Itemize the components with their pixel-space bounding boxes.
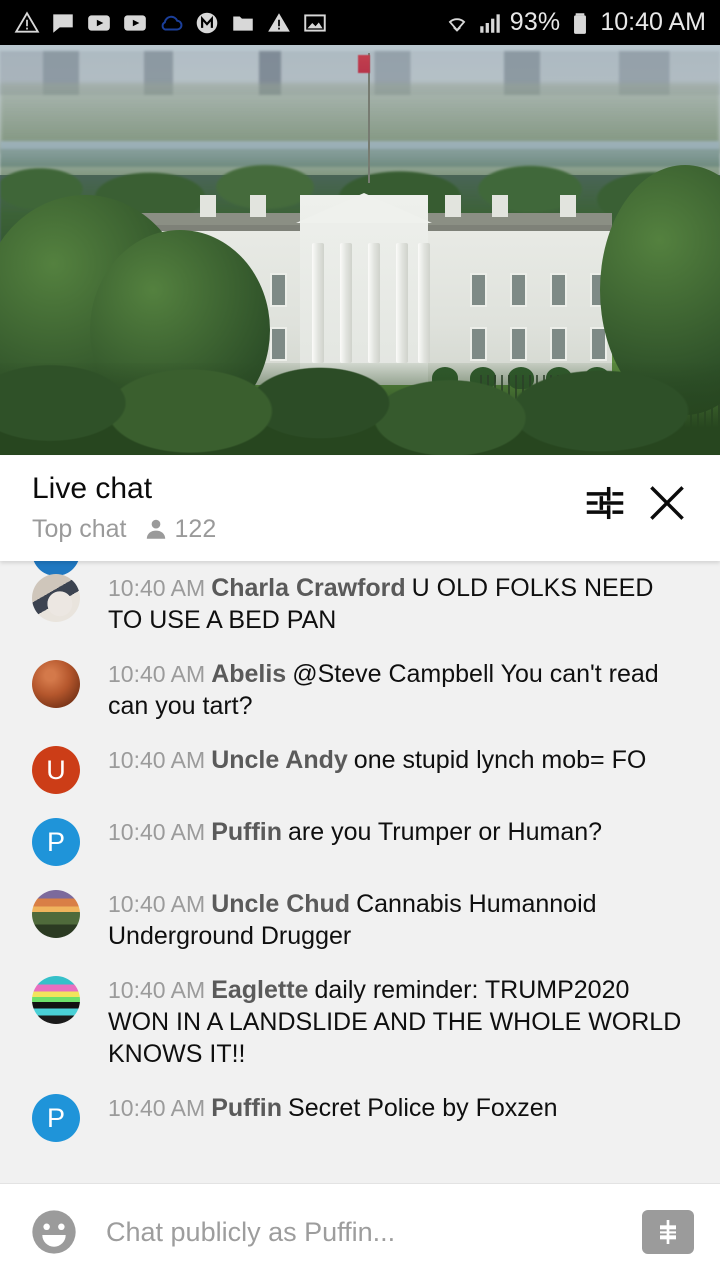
status-bar-clock: 10:40 AM (600, 8, 706, 36)
chat-message-body: 10:40 AM Eaglette daily reminder: TRUMP202… (108, 974, 690, 1070)
chat-message[interactable]: 10:40 AM Charla Crawford U OLD FOLKS NEED … (0, 561, 720, 647)
avatar-abelis[interactable] (32, 660, 80, 708)
window (270, 327, 287, 361)
window (550, 327, 567, 361)
message-author[interactable]: Charla Crawford (211, 574, 405, 602)
chat-message-body: 10:40 AM Uncle Andy one stupid lynch mob= … (108, 744, 690, 794)
message-author[interactable]: Puffin (211, 818, 282, 846)
avatar-eaglette[interactable] (32, 976, 80, 1024)
foreground-treeline (0, 363, 720, 455)
folder-icon (233, 16, 253, 31)
video-player[interactable] (0, 45, 720, 455)
chimney (560, 195, 576, 217)
m-badge-icon (196, 12, 218, 33)
chat-message[interactable]: 10:40 AM Abelis @Steve Campbell You can't … (0, 647, 720, 733)
message-timestamp: 10:40 AM (108, 1095, 206, 1121)
avatar-charla-crawford[interactable] (32, 574, 80, 622)
chat-message[interactable]: P 10:40 AM Puffin are you Trumper or Human? (0, 805, 720, 877)
status-bar-notification-icons (14, 10, 444, 36)
emoji-smiley-icon (32, 1210, 76, 1254)
message-timestamp: 10:40 AM (108, 891, 206, 917)
tune-settings-icon (586, 486, 624, 520)
chat-messages-container: 10:40 AM Charla Crawford U OLD FOLKS NEED … (0, 561, 720, 1153)
white-house-scene (0, 45, 720, 455)
youtube-icon (124, 14, 146, 31)
chat-message-body: 10:40 AM Puffin are you Trumper or Human? (108, 816, 690, 866)
page-title: Live chat (32, 472, 153, 505)
chat-message[interactable]: P 10:40 AM Puffin Secret Police by Foxzen (0, 1081, 720, 1153)
close-icon (650, 486, 684, 520)
viewer-count: 122 (174, 514, 217, 543)
message-text: one stupid lynch mob= FO (353, 746, 647, 774)
chat-settings-button[interactable] (574, 472, 636, 534)
chat-message[interactable]: 10:40 AM Uncle Chud Cannabis Humannoid Und… (0, 877, 720, 963)
super-chat-dollar-icon (660, 1220, 676, 1244)
window (550, 273, 567, 307)
cloud-icon (161, 15, 183, 30)
column (418, 243, 430, 363)
flag (358, 55, 370, 73)
message-author[interactable]: Uncle Andy (211, 746, 348, 774)
message-author[interactable]: Eaglette (211, 976, 308, 1004)
image-icon (304, 13, 326, 32)
message-timestamp: 10:40 AM (108, 977, 206, 1003)
window (470, 273, 487, 307)
youtube-icon (88, 14, 110, 31)
status-bar-system-icons: 93% 10:40 AM (444, 8, 706, 37)
message-text: are you Trumper or Human? (288, 818, 603, 846)
message-author[interactable]: Uncle Chud (211, 890, 350, 918)
cellular-signal-icon (479, 13, 500, 33)
message-text: Secret Police by Foxzen (288, 1094, 558, 1122)
column (396, 243, 408, 363)
alert-triangle-icon (268, 12, 290, 32)
message-timestamp: 10:40 AM (108, 819, 206, 845)
chat-input-bar (0, 1183, 720, 1280)
battery-icon (574, 12, 587, 34)
window (510, 273, 527, 307)
super-chat-button[interactable] (642, 1210, 694, 1254)
window (470, 327, 487, 361)
avatar-uncle-chud[interactable] (32, 890, 80, 938)
message-author[interactable]: Puffin (211, 1094, 282, 1122)
chat-subtitle-row: Top chat 122 (32, 515, 574, 544)
warning-triangle-icon (14, 10, 40, 33)
message-timestamp: 10:40 AM (108, 747, 206, 773)
column (312, 243, 324, 363)
chat-message-body: 10:40 AM Uncle Chud Cannabis Humannoid Und… (108, 888, 690, 952)
wifi-icon (448, 17, 466, 32)
chimney (492, 195, 508, 217)
message-timestamp: 10:40 AM (108, 661, 206, 687)
chimney (250, 195, 266, 217)
message-timestamp: 10:40 AM (108, 575, 206, 601)
window (510, 327, 527, 361)
message-author[interactable]: Abelis (211, 660, 286, 688)
chat-message-list[interactable]: 10:40 AM Charla Crawford U OLD FOLKS NEED … (0, 561, 720, 1183)
chat-title-block: Live chat Top chat 122 (32, 472, 574, 544)
window (270, 273, 287, 307)
chimney (200, 195, 216, 217)
avatar-uncle-andy[interactable]: U (32, 746, 80, 794)
chat-bubble-icon (53, 13, 73, 33)
chat-message[interactable]: 10:40 AM Eaglette daily reminder: TRUMP202… (0, 963, 720, 1081)
chat-message-body: 10:40 AM Abelis @Steve Campbell You can't … (108, 658, 690, 722)
chimney (445, 195, 461, 217)
viewer-count-group: 122 (143, 514, 217, 544)
person-icon (146, 519, 165, 539)
chat-input[interactable] (106, 1216, 628, 1248)
column (340, 243, 352, 363)
chat-message-body: 10:40 AM Puffin Secret Police by Foxzen (108, 1092, 690, 1142)
column (368, 243, 380, 363)
live-chat-header: Live chat Top chat 122 (0, 456, 720, 561)
close-chat-button[interactable] (636, 472, 698, 534)
pediment (296, 193, 432, 223)
emoji-picker-button[interactable] (28, 1206, 80, 1258)
chat-mode-label[interactable]: Top chat (32, 515, 127, 544)
chat-message-body: 10:40 AM Charla Crawford U OLD FOLKS NEED … (108, 572, 690, 636)
avatar-puffin[interactable]: P (32, 1094, 80, 1142)
status-bar: 93% 10:40 AM (0, 0, 720, 45)
chat-message[interactable]: U 10:40 AM Uncle Andy one stupid lynch mob=… (0, 733, 720, 805)
battery-percent-label: 93% (509, 8, 561, 36)
avatar-puffin[interactable]: P (32, 818, 80, 866)
